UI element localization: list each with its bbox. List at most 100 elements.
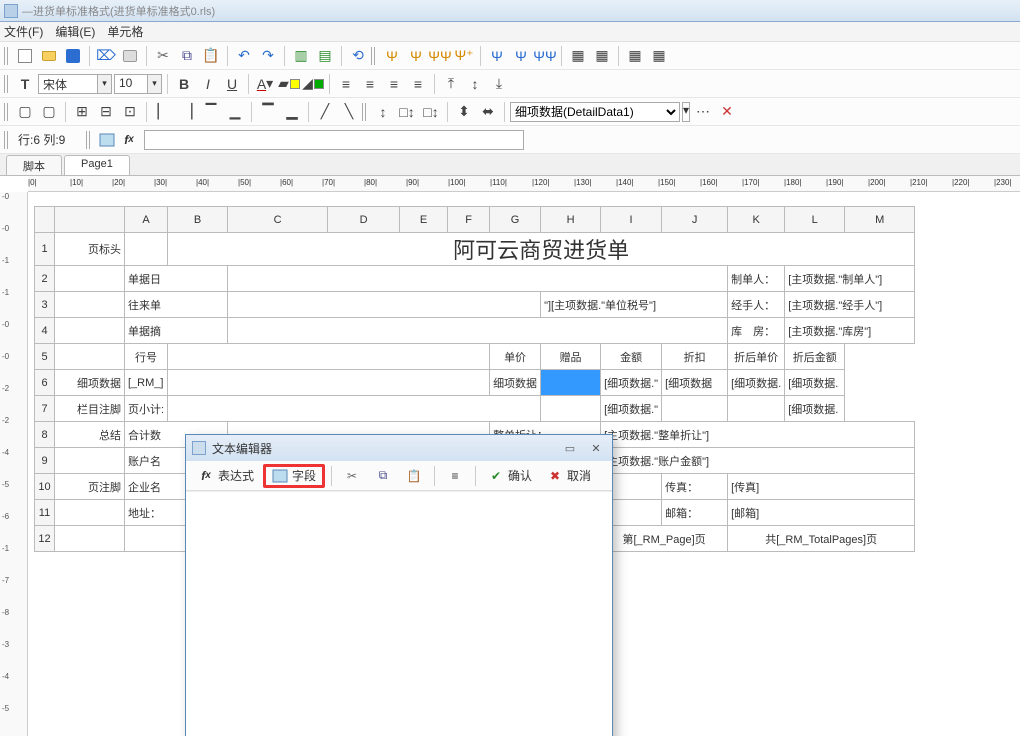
- size2-button[interactable]: ⬌: [477, 101, 499, 123]
- gripper-icon: [4, 131, 10, 149]
- toolbar-borders: ▢ ▢ ⊞ ⊟ ⊡ ▏ ▕ ▔ ▁ ▔ ▁ ╱ ╲ ↕ □↕ □↕ ⬍ ⬌ 细项…: [0, 98, 1020, 126]
- band1-button[interactable]: Ψ: [381, 45, 403, 67]
- border1-button[interactable]: ▢: [14, 101, 36, 123]
- bside-b[interactable]: ▁: [224, 101, 246, 123]
- exit-button[interactable]: ⟲: [347, 45, 369, 67]
- tab-page1[interactable]: Page1: [64, 155, 130, 175]
- align-left-button[interactable]: ≡: [335, 73, 357, 95]
- align-justify-button[interactable]: ≡: [407, 73, 429, 95]
- grid1-button[interactable]: ▦: [567, 45, 589, 67]
- dialog-titlebar[interactable]: 文本编辑器 ▭ ✕: [186, 435, 612, 461]
- bold-button[interactable]: B: [173, 73, 195, 95]
- save-button[interactable]: [62, 45, 84, 67]
- insert-col-button[interactable]: ▥: [290, 45, 312, 67]
- paste-button[interactable]: 📋: [200, 45, 222, 67]
- valign-bot-button[interactable]: ⤓: [488, 73, 510, 95]
- dialog-text-area[interactable]: [186, 491, 612, 736]
- band6-button[interactable]: Ψ: [510, 45, 532, 67]
- dlg-paste-button[interactable]: 📋: [400, 464, 428, 488]
- gripper-icon: [362, 103, 368, 121]
- toolbar-format: T 宋体▾ 10▾ B I U A▾ ▰ ◢ ≡ ≡ ≡ ≡ ⤒ ↕ ⤓: [0, 70, 1020, 98]
- dialog-close-button[interactable]: ✕: [586, 440, 606, 456]
- bthick2[interactable]: ▁: [281, 101, 303, 123]
- link1-button[interactable]: □↕: [396, 101, 418, 123]
- band-opt-button[interactable]: ⋯: [692, 101, 714, 123]
- gripper-icon: [86, 131, 92, 149]
- print-button[interactable]: [119, 45, 141, 67]
- confirm-button[interactable]: ✔确认: [482, 464, 538, 488]
- band-del-button[interactable]: ✕: [716, 101, 738, 123]
- redo-button[interactable]: ↷: [257, 45, 279, 67]
- menu-edit[interactable]: 编辑(E): [55, 23, 95, 40]
- gripper-icon: [371, 47, 377, 65]
- tab-script[interactable]: 脚本: [6, 155, 62, 175]
- font-size-combo[interactable]: 10▾: [114, 74, 162, 94]
- field-icon[interactable]: [96, 129, 118, 151]
- print-preview-button[interactable]: ⌦: [95, 45, 117, 67]
- border3-button[interactable]: ⊞: [71, 101, 93, 123]
- tab-strip: 脚本 Page1: [0, 154, 1020, 176]
- band5-button[interactable]: Ψ: [486, 45, 508, 67]
- bside-t[interactable]: ▔: [200, 101, 222, 123]
- align-right-button[interactable]: ≡: [383, 73, 405, 95]
- dialog-minimize-button[interactable]: ▭: [560, 440, 580, 456]
- bdiag1[interactable]: ╱: [314, 101, 336, 123]
- copy-button[interactable]: ⧉: [176, 45, 198, 67]
- anchor-button[interactable]: ↕: [372, 101, 394, 123]
- report-title[interactable]: 阿可云商贸进货单: [168, 233, 915, 266]
- size1-button[interactable]: ⬍: [453, 101, 475, 123]
- open-button[interactable]: [38, 45, 60, 67]
- band2-button[interactable]: Ψ: [405, 45, 427, 67]
- font-color-button[interactable]: A▾: [254, 73, 276, 95]
- border5-button[interactable]: ⊡: [119, 101, 141, 123]
- link2-button[interactable]: □↕: [420, 101, 442, 123]
- font-t-button[interactable]: T: [14, 73, 36, 95]
- formula-input[interactable]: [144, 130, 524, 150]
- grid3-button[interactable]: ▦: [624, 45, 646, 67]
- band-select-arrow[interactable]: ▾: [682, 102, 690, 122]
- valign-mid-button[interactable]: ↕: [464, 73, 486, 95]
- band-select[interactable]: 细项数据(DetailData1): [510, 102, 680, 122]
- selected-cell[interactable]: [541, 370, 601, 396]
- dlg-copy-button[interactable]: ⧉: [369, 464, 397, 488]
- bside-l[interactable]: ▏: [152, 101, 174, 123]
- band3-button[interactable]: ΨΨ: [429, 45, 451, 67]
- menu-file[interactable]: 文件(F): [4, 23, 43, 40]
- expression-button[interactable]: fx 表达式: [192, 464, 260, 488]
- dialog-title-text: 文本编辑器: [212, 440, 272, 457]
- font-name-combo[interactable]: 宋体▾: [38, 74, 112, 94]
- window-title: —进货单标准格式(进货单标准格式0.rls): [22, 3, 215, 19]
- band7-button[interactable]: ΨΨ: [534, 45, 556, 67]
- cancel-button[interactable]: ✖取消: [541, 464, 597, 488]
- dlg-align-button[interactable]: ≡: [441, 464, 469, 488]
- fx-icon[interactable]: fx: [120, 131, 138, 149]
- menu-cell[interactable]: 单元格: [107, 23, 143, 40]
- cut-button[interactable]: ✂: [152, 45, 174, 67]
- undo-button[interactable]: ↶: [233, 45, 255, 67]
- band4-button[interactable]: Ψ⁺: [453, 45, 475, 67]
- field-button[interactable]: 字段: [263, 464, 325, 488]
- border-color-button[interactable]: ◢: [302, 73, 324, 95]
- dialog-icon: [192, 441, 206, 455]
- dlg-cut-button[interactable]: ✂: [338, 464, 366, 488]
- grid4-button[interactable]: ▦: [648, 45, 670, 67]
- bside-r[interactable]: ▕: [176, 101, 198, 123]
- border2-button[interactable]: ▢: [38, 101, 60, 123]
- gripper-icon: [4, 75, 10, 93]
- text-editor-dialog[interactable]: 文本编辑器 ▭ ✕ fx 表达式 字段 ✂ ⧉ 📋 ≡ ✔确认: [185, 434, 613, 736]
- italic-button[interactable]: I: [197, 73, 219, 95]
- align-center-button[interactable]: ≡: [359, 73, 381, 95]
- fill-color-button[interactable]: ▰: [278, 73, 300, 95]
- new-button[interactable]: [14, 45, 36, 67]
- bthick1[interactable]: ▔: [257, 101, 279, 123]
- grid2-button[interactable]: ▦: [591, 45, 613, 67]
- valign-top-button[interactable]: ⤒: [440, 73, 462, 95]
- menubar: 文件(F) 编辑(E) 单元格: [0, 22, 1020, 42]
- insert-row-button[interactable]: ▤: [314, 45, 336, 67]
- window-titlebar: —进货单标准格式(进货单标准格式0.rls): [0, 0, 1020, 22]
- horizontal-ruler: |0||10||20||30||40||50||60||70||80||90||…: [28, 176, 1020, 192]
- design-surface: |0||10||20||30||40||50||60||70||80||90||…: [0, 176, 1020, 736]
- border4-button[interactable]: ⊟: [95, 101, 117, 123]
- bdiag2[interactable]: ╲: [338, 101, 360, 123]
- underline-button[interactable]: U: [221, 73, 243, 95]
